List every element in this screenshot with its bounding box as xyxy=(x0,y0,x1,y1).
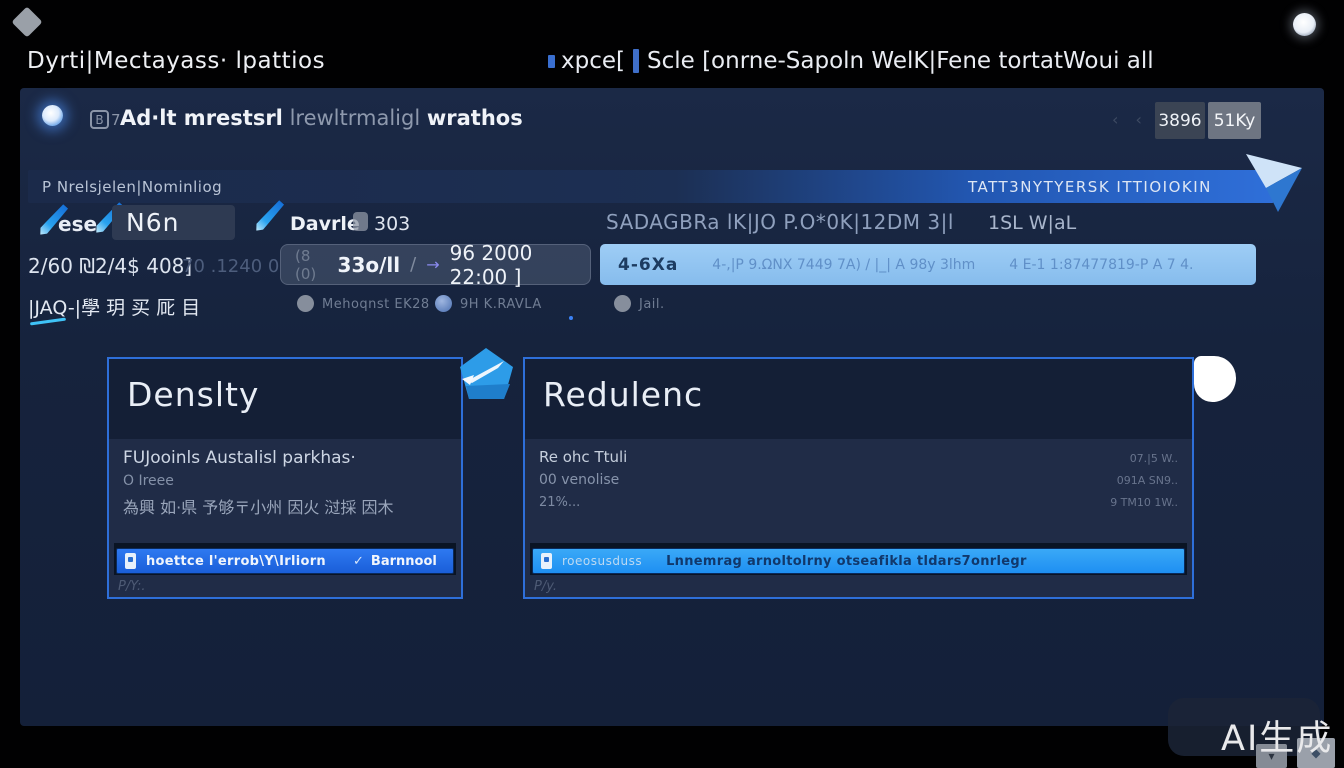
search-input-hint-2: 4 E-1 1:87477819-P A 7 4. xyxy=(1009,257,1193,273)
app-logo-diamond-icon xyxy=(11,6,42,37)
window-title-post: Scle [onrne-Sapoln WelK|Fene tortatWoui … xyxy=(647,48,1154,74)
card-redundancy-line-2: 00 venolise xyxy=(539,472,619,488)
faint-value: 70 .1240 0 xyxy=(182,256,279,277)
card-density-header: Denslty xyxy=(109,359,461,439)
edit-pencil-icon[interactable] xyxy=(253,199,285,233)
type-field-label: Davrle xyxy=(290,213,360,235)
cursor-arrow-icon xyxy=(1244,150,1306,214)
card-density-selected-row[interactable]: hoettce l'errob\Y\Irliorn ✓ Barnnool xyxy=(116,548,454,574)
radio-option-2-label: 9H K.RAVLA xyxy=(460,297,542,312)
selected-row-badge: ✓ Barnnool xyxy=(353,554,437,569)
card-density: Denslty FUJooinls Austalisl parkhas· O I… xyxy=(107,357,463,599)
search-input[interactable]: 4-6Xa 4-,|P 9.ΩNX 7449 7A) / |_| A 98y 3… xyxy=(600,244,1256,285)
card-density-body: FUJooinls Austalisl parkhas· O Ireee 為興 … xyxy=(109,439,461,543)
time-box-prefix: (8 (0) xyxy=(295,247,328,283)
page-title-bold-2: wrathos xyxy=(427,106,523,130)
time-range-input[interactable]: (8 (0) 33o/ll / → 96 2000 22:00 ] xyxy=(280,244,591,285)
card-redundancy-selected-row[interactable]: roeosusduss Lnnemrag arnoltolrny otseafi… xyxy=(532,548,1185,574)
card-redundancy-title: Redulenc xyxy=(543,375,1174,414)
radio-option-1-label: Mehoqnst EK28 xyxy=(322,297,430,312)
search-input-value: 4-6Xa xyxy=(618,255,678,275)
name-field-value: N6n xyxy=(126,208,179,237)
selected-row-label: Lnnemrag arnoltolrny otseafikla tldars7o… xyxy=(666,554,1027,569)
card-redundancy-line-1: Re ohc Ttuli xyxy=(539,448,627,466)
blue-marker-icon xyxy=(548,55,555,68)
card-redundancy-line-3: 21%... xyxy=(539,495,580,510)
time-box-separator: / xyxy=(410,254,416,275)
card-density-line-2: O Ireee xyxy=(123,473,174,489)
card-density-title: Denslty xyxy=(127,375,443,414)
card-redundancy-body: Re ohc Ttuli 07.|5 W.. 00 venolise 091A … xyxy=(525,439,1192,543)
time-box-value: 33o/ll xyxy=(338,253,401,277)
range-value: 2/60 ₪2/4$ 408] xyxy=(28,254,192,278)
banner-left-label: P Nrelsjelen|Nominliog xyxy=(42,178,222,196)
window-title: xpce[ Scle [onrne-Sapoln WelK|Fene torta… xyxy=(548,48,1154,74)
selected-row-label: hoettce l'errob\Y\Irliorn xyxy=(146,554,326,569)
shield-badge-icon xyxy=(458,346,516,402)
options-label: |JAQ-|學 玥 买 厑 目 xyxy=(28,293,200,320)
page-title: Ad·lt mrestsrl lrewltrmaligl wrathos xyxy=(120,106,523,130)
card-redundancy-value-1: 07.|5 W.. xyxy=(1130,452,1178,465)
size-button[interactable]: 51Ky xyxy=(1208,102,1261,139)
status-light-icon xyxy=(1293,13,1316,36)
page-title-bold: Ad·lt mrestsrl xyxy=(120,106,283,130)
card-redundancy-value-3: 9 TM10 1W.. xyxy=(1110,496,1178,509)
card-density-selection-strip: hoettce l'errob\Y\Irliorn ✓ Barnnool xyxy=(114,543,456,575)
card-redundancy-value-2: 091A SN9.. xyxy=(1117,474,1178,487)
card-density-line-3: 為興 如·県 予够〒⼩州 因⽕ 㳡採 因⽊ xyxy=(123,494,394,518)
text-cursor-icon xyxy=(633,49,639,73)
card-redundancy: Redulenc Re ohc Ttuli 07.|5 W.. 00 venol… xyxy=(523,357,1194,599)
badge-icon: B 7 xyxy=(90,110,121,129)
radio-option-2[interactable] xyxy=(435,295,452,312)
name-field[interactable]: N6n xyxy=(112,205,235,240)
card-redundancy-header: Redulenc xyxy=(525,359,1192,439)
arrow-right-icon: → xyxy=(426,255,439,274)
attachment-icon xyxy=(353,212,368,231)
radio-option-1[interactable] xyxy=(297,295,314,312)
card-redundancy-selection-strip: roeosusduss Lnnemrag arnoltolrny otseafi… xyxy=(530,543,1187,575)
banner-right-label: TATT3NYTYERSK ITTIOIOKIN xyxy=(968,178,1212,196)
code-text: SADAGBRa lK|JO P.O*0K|12DM 3|l xyxy=(606,210,954,234)
check-icon: ✓ xyxy=(353,554,364,569)
blue-dot-icon xyxy=(569,316,573,320)
card-density-footer: P/Y:. xyxy=(109,575,461,597)
file-icon xyxy=(541,553,552,569)
time-box-suffix: 96 2000 22:00 ] xyxy=(450,241,576,289)
app-title: Dyrti|Mectayass· lpattios xyxy=(27,48,325,74)
page-title-light: lrewltrmaligl xyxy=(290,106,421,130)
screen: Dyrti|Mectayass· lpattios xpce[ Scle [on… xyxy=(0,0,1344,768)
badge-letter: B xyxy=(90,110,109,129)
zoom-button[interactable]: 3896 xyxy=(1155,102,1205,139)
card-density-line-1: FUJooinls Austalisl parkhas· xyxy=(123,448,356,468)
name-field-label: ese xyxy=(58,212,97,236)
type-field-value: 303 xyxy=(374,213,410,235)
card-redundancy-footer: P/y. xyxy=(525,575,1192,597)
file-icon xyxy=(125,553,136,569)
unit-text: 1SL W|aL xyxy=(988,212,1076,234)
window-title-pre: xpce[ xyxy=(561,48,625,74)
record-indicator-icon xyxy=(42,105,63,126)
selected-row-faint-label: roeosusduss xyxy=(562,554,642,568)
badge-text: Barnnool xyxy=(371,554,437,569)
radio-option-3-label: Jail. xyxy=(639,297,665,312)
radio-option-3[interactable] xyxy=(614,295,631,312)
search-input-hint: 4-,|P 9.ΩNX 7449 7A) / |_| A 98y 3lhm xyxy=(712,257,975,273)
ai-watermark: AI生成 xyxy=(1221,710,1333,761)
section-banner: P Nrelsjelen|Nominliog TATT3NYTYERSK ITT… xyxy=(28,170,1274,203)
